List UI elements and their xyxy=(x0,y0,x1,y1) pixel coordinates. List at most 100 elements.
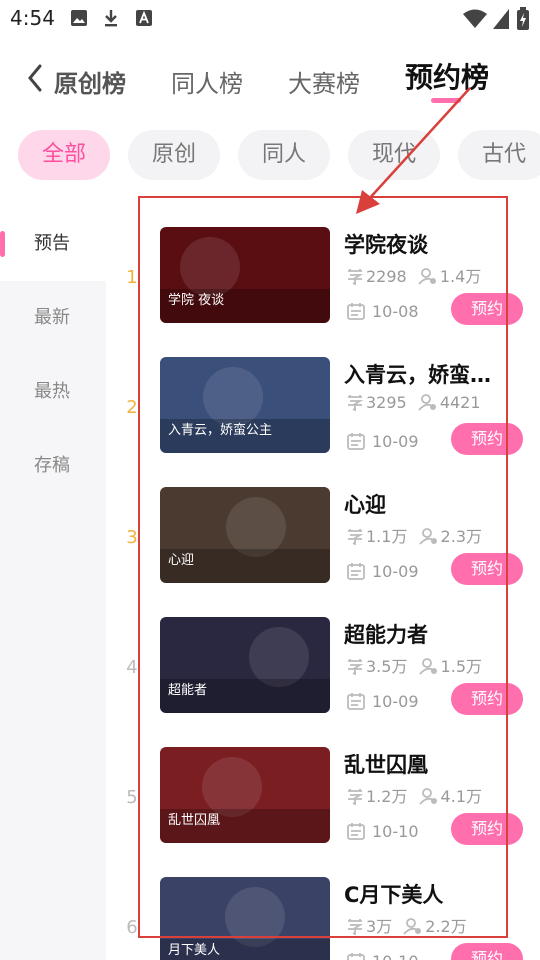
reserve-button[interactable]: 预约 xyxy=(451,943,523,960)
sidebar-item-hottest[interactable]: 最热 xyxy=(0,355,106,429)
download-icon xyxy=(105,10,117,27)
word-count-icon xyxy=(348,269,364,285)
image-icon xyxy=(71,10,87,26)
word-count: 1.2万 xyxy=(366,787,408,806)
signal-icon xyxy=(493,9,509,29)
reserve-button[interactable]: 预约 xyxy=(451,683,523,715)
chip-original[interactable]: 原创 xyxy=(128,130,220,180)
calendar-icon xyxy=(347,433,365,450)
book-cover[interactable]: 学院 夜谈 xyxy=(160,227,330,323)
release-date-value: 10-09 xyxy=(372,692,419,711)
follower-count: 2.2万 xyxy=(425,917,467,936)
followers-icon xyxy=(418,788,437,805)
book-stats: 1.1万 2.3万 xyxy=(346,523,482,547)
book-cover-art xyxy=(160,747,330,843)
followers-icon xyxy=(418,394,436,411)
book-row[interactable]: 6 月下美人 C月下美人 3万 2.2万 10-10 预约 xyxy=(106,857,540,960)
word-count-icon xyxy=(348,659,364,675)
book-title[interactable]: 心迎 xyxy=(344,489,494,519)
followers-icon xyxy=(403,918,422,935)
book-cover[interactable]: 心迎 xyxy=(160,487,330,583)
word-count: 3万 xyxy=(366,917,393,936)
book-cover[interactable]: 入青云，娇蛮公主 xyxy=(160,357,330,453)
word-count: 1.1万 xyxy=(366,527,408,546)
rank-number: 6 xyxy=(126,917,138,938)
follower-count: 1.5万 xyxy=(440,657,482,676)
book-stats: 2298 1.4万 xyxy=(346,263,481,287)
release-date: 10-10 xyxy=(346,951,419,960)
sidebar-item-label: 最新 xyxy=(34,307,70,328)
sidebar-item-newest[interactable]: 最新 xyxy=(0,281,106,355)
word-count-icon xyxy=(348,529,364,545)
book-row[interactable]: 3 心迎 心迎 1.1万 2.3万 10-09 预约 xyxy=(106,467,540,597)
reserve-button[interactable]: 预约 xyxy=(451,813,523,845)
back-icon[interactable] xyxy=(22,58,52,98)
release-date: 10-09 xyxy=(346,561,419,581)
book-title[interactable]: 学院夜谈 xyxy=(344,229,494,259)
follower-count: 2.3万 xyxy=(440,527,482,546)
sidebar-item-preview[interactable]: 预告 xyxy=(0,207,106,281)
book-row[interactable]: 5 乱世囚凰 乱世囚凰 1.2万 4.1万 10-10 预约 xyxy=(106,727,540,857)
book-title[interactable]: 超能力者 xyxy=(344,619,494,649)
tab-original[interactable]: 原创榜 xyxy=(54,64,126,99)
rank-number: 1 xyxy=(126,267,138,288)
ranking-tabs: 原创榜 同人榜 大赛榜 预约榜 xyxy=(0,50,540,110)
book-title[interactable]: 入青云，娇蛮公主 xyxy=(344,359,494,389)
tab-contest[interactable]: 大赛榜 xyxy=(288,64,360,99)
release-date: 10-09 xyxy=(346,431,419,451)
book-stats: 3.5万 1.5万 xyxy=(346,653,482,677)
release-date-value: 10-10 xyxy=(372,822,419,841)
rank-number: 2 xyxy=(126,397,138,418)
word-count-icon xyxy=(348,919,364,935)
status-time: 4:54 xyxy=(10,6,55,30)
cover-title-text: 超能者 xyxy=(168,683,208,698)
cover-title-text: 入青云，娇蛮公主 xyxy=(168,423,273,438)
tab-fanfic[interactable]: 同人榜 xyxy=(171,64,243,99)
book-row[interactable]: 4 超能者 超能力者 3.5万 1.5万 10-09 预约 xyxy=(106,597,540,727)
book-row[interactable]: 1 学院 夜谈 学院夜谈 2298 1.4万 10-08 预约 xyxy=(106,207,540,337)
reserve-button[interactable]: 预约 xyxy=(451,293,523,325)
book-cover-art xyxy=(160,227,330,323)
release-date: 10-08 xyxy=(346,301,419,321)
book-stats: 3万 2.2万 xyxy=(346,913,467,937)
chip-ancient[interactable]: 古代 xyxy=(458,130,540,180)
rank-number: 4 xyxy=(126,657,138,678)
release-date-value: 10-09 xyxy=(372,432,419,451)
word-count-icon xyxy=(348,789,364,805)
book-cover-art xyxy=(160,487,330,583)
release-date: 10-10 xyxy=(346,821,419,841)
sidebar-item-label: 存稿 xyxy=(34,455,70,476)
release-date-value: 10-10 xyxy=(372,952,419,960)
reserve-button[interactable]: 预约 xyxy=(451,553,523,585)
calendar-icon xyxy=(347,823,365,840)
release-date: 10-09 xyxy=(346,691,419,711)
follower-count: 4421 xyxy=(439,393,481,412)
release-date-value: 10-08 xyxy=(372,302,419,321)
book-cover[interactable]: 乱世囚凰 xyxy=(160,747,330,843)
book-list: 1 学院 夜谈 学院夜谈 2298 1.4万 10-08 预约 2 入青云，娇蛮… xyxy=(106,207,540,960)
book-title[interactable]: 乱世囚凰 xyxy=(344,749,494,779)
sidebar-item-drafts[interactable]: 存稿 xyxy=(0,429,106,503)
active-tab-indicator xyxy=(431,98,461,103)
book-stats: 3295 4421 xyxy=(346,393,481,412)
calendar-icon xyxy=(347,953,365,960)
chip-all[interactable]: 全部 xyxy=(18,130,110,180)
chip-fanfic[interactable]: 同人 xyxy=(238,130,330,180)
wifi-icon xyxy=(463,9,487,28)
tab-reservation[interactable]: 预约榜 xyxy=(405,56,489,96)
book-row[interactable]: 2 入青云，娇蛮公主 入青云，娇蛮公主 3295 4421 10-09 预约 xyxy=(106,337,540,467)
calendar-icon xyxy=(347,563,365,580)
word-count: 2298 xyxy=(366,267,407,286)
book-cover[interactable]: 月下美人 xyxy=(160,877,330,960)
book-cover-art xyxy=(160,617,330,713)
book-title[interactable]: C月下美人 xyxy=(344,879,494,909)
sidebar-item-label: 最热 xyxy=(34,381,70,402)
calendar-icon xyxy=(347,303,365,320)
book-cover[interactable]: 超能者 xyxy=(160,617,330,713)
sidebar: 预告 最新 最热 存稿 xyxy=(0,207,106,960)
release-date-value: 10-09 xyxy=(372,562,419,581)
chip-modern[interactable]: 现代 xyxy=(348,130,440,180)
reserve-button[interactable]: 预约 xyxy=(451,423,523,455)
cover-title-text: 心迎 xyxy=(168,553,195,568)
calendar-icon xyxy=(347,693,365,710)
